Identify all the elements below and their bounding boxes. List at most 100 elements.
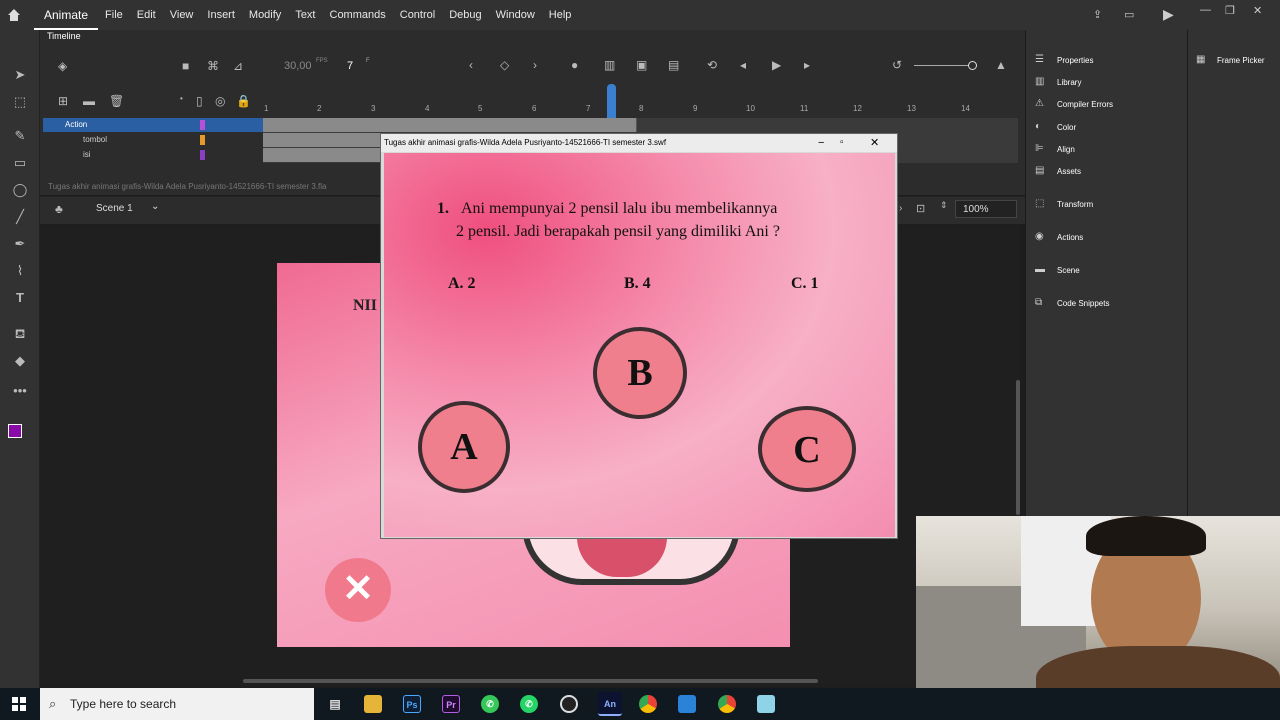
zoom-field[interactable]: 100% (955, 200, 1017, 218)
insert-blank-icon[interactable]: ▤ (668, 58, 679, 72)
edit-multiple-frames-icon[interactable]: ▥ (604, 58, 615, 72)
loop-icon[interactable]: ⟲ (707, 58, 717, 72)
panel-actions[interactable]: ◉ Actions (1035, 232, 1083, 242)
minimize-icon[interactable]: − (818, 134, 824, 152)
zoom-slider-track[interactable] (914, 65, 972, 66)
visibility-icon[interactable]: ◎ (215, 94, 225, 108)
pen-tool-icon[interactable]: ✒ (10, 235, 30, 253)
text-tool-icon[interactable]: T (10, 289, 30, 307)
app-name[interactable]: Animate (34, 0, 99, 30)
stroke-color-swatch[interactable] (8, 424, 22, 438)
menu-help[interactable]: Help (542, 9, 579, 21)
menu-edit[interactable]: Edit (130, 9, 163, 21)
notepad-icon[interactable] (757, 695, 775, 713)
chevron-right-icon[interactable]: › (899, 203, 902, 214)
delete-layer-icon[interactable]: 🗑 (109, 94, 124, 108)
horizontal-scrollbar[interactable] (243, 679, 818, 683)
close-icon[interactable]: ✕ (870, 134, 879, 152)
selection-tool-icon[interactable]: ➤ (10, 66, 30, 84)
step-back-icon[interactable]: ◂ (740, 58, 746, 72)
eraser-tool-icon[interactable]: ◆ (10, 352, 30, 370)
lock-icon[interactable]: 🔒 (236, 94, 251, 108)
rectangle-tool-icon[interactable]: ▭ (10, 154, 30, 172)
playhead[interactable] (607, 84, 616, 118)
whatsapp-icon[interactable]: ✆ (520, 695, 538, 713)
highlight-dot-icon[interactable]: • (180, 94, 183, 103)
paint-bucket-icon[interactable]: ⛾ (10, 325, 30, 343)
vertical-scrollbar[interactable] (1016, 380, 1020, 515)
panel-transform[interactable]: ⬚ Transform (1035, 199, 1093, 209)
fps-value[interactable]: 30,00 (284, 60, 312, 72)
swf-window-title[interactable]: Tugas akhir animasi grafis-Wilda Adela P… (381, 134, 897, 152)
frame-span-tombol[interactable] (263, 133, 383, 147)
scene-label[interactable]: Scene 1 (96, 203, 133, 214)
file-explorer-icon[interactable] (364, 695, 382, 713)
step-forward-icon[interactable]: ▸ (804, 58, 810, 72)
prev-keyframe-icon[interactable]: ‹ (469, 58, 473, 72)
parenting-icon[interactable]: ⌘ (207, 59, 219, 73)
panel-color[interactable]: ◐ Color (1035, 122, 1076, 132)
panel-align[interactable]: ⊫ Align (1035, 144, 1075, 154)
menu-view[interactable]: View (163, 9, 201, 21)
frame-value[interactable]: 7 (347, 60, 353, 72)
restore-icon[interactable]: ❐ (1225, 4, 1235, 17)
insert-keyframe-icon[interactable]: ◇ (500, 58, 509, 72)
task-view-icon[interactable]: ▤ (326, 695, 344, 713)
new-folder-icon[interactable]: ▬ (83, 94, 95, 108)
mountain-icon[interactable]: ▲ (995, 58, 1007, 72)
more-tools-icon[interactable]: ••• (10, 382, 30, 400)
brush-tool-icon[interactable]: ✎ (10, 127, 30, 145)
zoom-slider-handle[interactable] (968, 61, 977, 70)
chevron-down-icon[interactable]: ⌄ (151, 201, 159, 212)
line-tool-icon[interactable]: ╱ (10, 208, 30, 226)
document-tab[interactable]: Tugas akhir animasi grafis-Wilda Adela P… (48, 182, 327, 191)
menu-debug[interactable]: Debug (442, 9, 488, 21)
maximize-icon[interactable]: ▫ (840, 134, 844, 152)
taskbar-search[interactable]: Type here to search (40, 688, 314, 720)
premiere-icon[interactable]: Pr (442, 695, 460, 713)
photoshop-icon[interactable]: Ps (403, 695, 421, 713)
panel-properties[interactable]: ☰ Properties (1035, 55, 1093, 65)
panel-library[interactable]: ▥ Library (1035, 77, 1081, 87)
panel-assets[interactable]: ▤ Assets (1035, 166, 1081, 176)
menu-window[interactable]: Window (489, 9, 542, 21)
menu-text[interactable]: Text (288, 9, 322, 21)
workspace-icon[interactable]: ▭ (1124, 8, 1134, 21)
next-keyframe-icon[interactable]: › (533, 58, 537, 72)
panel-code-snippets[interactable]: ⧉ Code Snippets (1035, 298, 1109, 308)
layers-icon[interactable]: ◈ (58, 59, 67, 73)
swf-player-window[interactable]: Tugas akhir animasi grafis-Wilda Adela P… (380, 133, 898, 539)
home-icon[interactable] (7, 8, 21, 22)
app-window-icon[interactable] (678, 695, 696, 713)
panel-compiler-errors[interactable]: ⚠ Compiler Errors (1035, 99, 1113, 109)
test-movie-icon[interactable]: ▶ (1163, 6, 1174, 23)
layer-row-isi[interactable]: isi (43, 148, 263, 162)
onion-skin-icon[interactable]: ● (571, 58, 578, 72)
menu-commands[interactable]: Commands (323, 9, 393, 21)
panel-scene[interactable]: ▬ Scene (1035, 265, 1080, 275)
create-tween-icon[interactable]: ▣ (636, 58, 647, 72)
undo-icon[interactable]: ↺ (892, 58, 902, 72)
close-button[interactable]: ✕ (325, 558, 391, 622)
clip-stage-icon[interactable]: ⊡ (916, 202, 925, 215)
phone-app-icon[interactable]: ✆ (481, 695, 499, 713)
timeline-tab[interactable]: Timeline (47, 31, 81, 41)
share-icon[interactable]: ⇪ (1093, 8, 1102, 21)
menu-file[interactable]: File (98, 9, 130, 21)
outline-icon[interactable]: ▯ (196, 94, 203, 108)
answer-b-button[interactable]: B (593, 327, 687, 419)
graph-icon[interactable]: ⊿ (233, 59, 243, 73)
layer-row-tombol[interactable]: tombol (43, 133, 263, 147)
new-layer-icon[interactable]: ⊞ (58, 94, 68, 108)
minimize-icon[interactable]: — (1200, 4, 1211, 16)
camera-icon[interactable]: ■ (182, 59, 189, 73)
answer-c-button[interactable]: C (758, 406, 856, 492)
menu-modify[interactable]: Modify (242, 9, 288, 21)
answer-a-button[interactable]: A (418, 401, 510, 493)
eyedropper-tool-icon[interactable]: ⌇ (10, 262, 30, 280)
stepper-icon[interactable]: ⇕ (940, 200, 948, 211)
subselection-tool-icon[interactable]: ⬚ (10, 93, 30, 111)
chrome-profile-icon[interactable] (718, 695, 736, 713)
panel-frame-picker[interactable]: ▦ Frame Picker (1196, 55, 1265, 65)
obs-icon[interactable] (560, 695, 578, 713)
